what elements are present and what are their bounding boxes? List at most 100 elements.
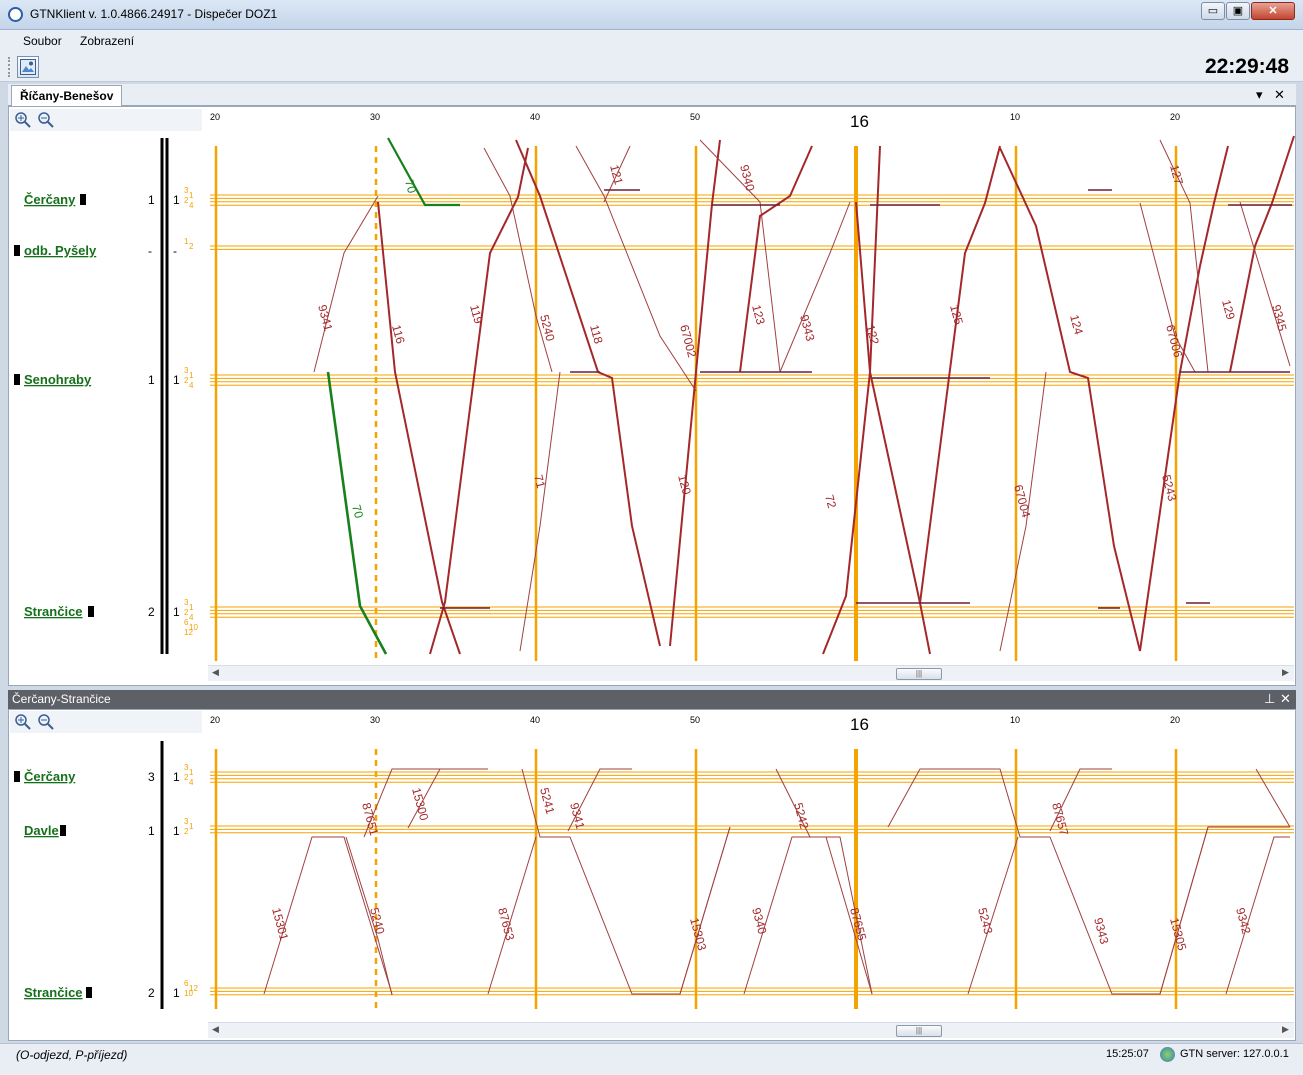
clock-display: 22:29:48 (1204, 55, 1289, 78)
pin-icon[interactable]: ⊥ (1264, 691, 1275, 707)
train-path (519, 371, 561, 652)
title-bar: GTNKlient v. 1.0.4866.24917 - Dispečer D… (0, 0, 1303, 30)
menu-zobrazeni[interactable]: Zobrazení (80, 34, 134, 48)
station-marker (14, 374, 20, 385)
time-axis-label: 50 (690, 715, 700, 725)
picture-button[interactable] (17, 56, 39, 78)
time-axis-label: 30 (370, 715, 380, 725)
scroll-thumb[interactable]: ||| (896, 1025, 942, 1037)
time-axis-label: 40 (530, 715, 540, 725)
station-track-count: 3 (148, 770, 155, 784)
track-label: 4 (189, 201, 194, 210)
train-number: 15303 (687, 916, 709, 952)
station-track-count: 1 (148, 373, 155, 387)
train-number: 124 (1067, 313, 1086, 336)
station-track-count: 1 (148, 193, 155, 207)
time-axis-label: 50 (690, 112, 700, 122)
close-button[interactable]: ✕ (1251, 2, 1295, 20)
horizontal-scrollbar[interactable]: ◀ ||| ▶ (208, 665, 1294, 681)
station-name-3: Strančice (24, 604, 83, 619)
track-label: 10 (184, 989, 193, 998)
track-label: 1 (189, 371, 194, 380)
train-number: 9342 (1233, 906, 1254, 936)
train-number: 129 (1219, 298, 1238, 321)
train-path (515, 139, 661, 647)
train-number: 70 (402, 178, 419, 195)
station-marker (14, 771, 20, 782)
station-active-track: 1 (173, 373, 180, 387)
station-active-track: 1 (173, 770, 180, 784)
tab-dropdown-icon[interactable]: ▾ (1256, 87, 1263, 103)
station-marker (60, 825, 66, 836)
panel2-close-icon[interactable]: ✕ (1280, 691, 1291, 707)
horizontal-scrollbar-2[interactable]: ◀ ||| ▶ (208, 1022, 1294, 1038)
station-name-1: odb. Pyšely (24, 243, 97, 258)
train-number: 67006 (1163, 323, 1185, 359)
train-number: 71 (531, 473, 548, 490)
train-path (779, 201, 851, 373)
scroll-thumb[interactable]: ||| (896, 668, 942, 680)
train-number: 5241 (537, 786, 558, 816)
train-graph-ricany-benesov[interactable]: 20 30 40 50 16 10 20Čerčany 1 13124odb. Pyšely - -… (0, 106, 1303, 666)
station-active-track: - (173, 244, 177, 258)
server-status: GTN server: 127.0.0.1 (1180, 1048, 1289, 1060)
time-axis-label: 16 (850, 715, 869, 734)
train-path (1229, 135, 1295, 373)
menu-soubor[interactable]: Soubor (23, 34, 62, 48)
train-path (855, 201, 931, 655)
train-path (679, 826, 731, 995)
train-path (313, 195, 379, 373)
station-name-0: Čerčany (24, 769, 76, 784)
train-number: 121 (607, 163, 626, 186)
maximize-button[interactable]: ▣ (1226, 2, 1250, 20)
train-number: 120 (675, 473, 694, 496)
track-label: 2 (184, 827, 189, 836)
station-active-track: 1 (173, 605, 180, 619)
track-label: 4 (189, 613, 194, 622)
train-graph-cercany-strancice[interactable]: 20 30 40 50 16 10 20Čerčany 3 13124Davle 1 1312Str… (0, 709, 1303, 1021)
train-number: 9340 (737, 163, 758, 193)
train-path (1139, 145, 1229, 652)
track-label: 1 (189, 191, 194, 200)
status-bar: (O-odjezd, P-příjezd) 15:25:07 GTN serve… (0, 1043, 1303, 1075)
clock-icon (8, 7, 23, 22)
train-number: 9343 (797, 313, 818, 343)
scroll-right-icon[interactable]: ▶ (1282, 1024, 1289, 1035)
tab-ricany-benesov[interactable]: Říčany-Benešov (11, 85, 123, 106)
track-label: 1 (189, 822, 194, 831)
menu-bar: Soubor Zobrazení (0, 30, 1303, 52)
train-number: 72 (822, 493, 839, 510)
train-path (822, 145, 881, 655)
track-label: 1 (189, 603, 194, 612)
time-axis-label: 40 (530, 112, 540, 122)
status-legend: (O-odjezd, P-příjezd) (16, 1048, 128, 1062)
train-number: 5243 (975, 906, 996, 936)
station-marker (86, 987, 92, 998)
toolbar-grip[interactable] (8, 57, 11, 77)
track-label: 2 (189, 242, 194, 251)
train-number: 9340 (749, 906, 770, 936)
train-number: 87655 (847, 906, 869, 942)
scroll-right-icon[interactable]: ▶ (1282, 667, 1289, 678)
tab-strip: Říčany-Benešov ▾ ✕ (8, 84, 1296, 106)
train-path (1255, 768, 1291, 828)
train-path (1139, 202, 1196, 373)
train-number: 87651 (359, 801, 381, 837)
train-path (1159, 826, 1209, 995)
window-title: GTNKlient v. 1.0.4866.24917 - Dispečer D… (30, 7, 278, 21)
station-active-track: 1 (173, 824, 180, 838)
station-track-count: 2 (148, 986, 155, 1000)
minimize-button[interactable]: ▭ (1201, 2, 1225, 20)
train-number: 15301 (269, 906, 291, 942)
scroll-left-icon[interactable]: ◀ (212, 667, 219, 678)
station-active-track: 1 (173, 986, 180, 1000)
scroll-left-icon[interactable]: ◀ (212, 1024, 219, 1035)
train-path (887, 768, 1290, 995)
status-time: 15:25:07 (1106, 1048, 1149, 1060)
train-number: 87653 (495, 906, 517, 942)
train-path (967, 836, 1019, 995)
station-name-0: Čerčany (24, 192, 76, 207)
tab-close-icon[interactable]: ✕ (1274, 87, 1285, 103)
toolbar (0, 52, 1303, 82)
train-number: 70 (349, 503, 366, 520)
